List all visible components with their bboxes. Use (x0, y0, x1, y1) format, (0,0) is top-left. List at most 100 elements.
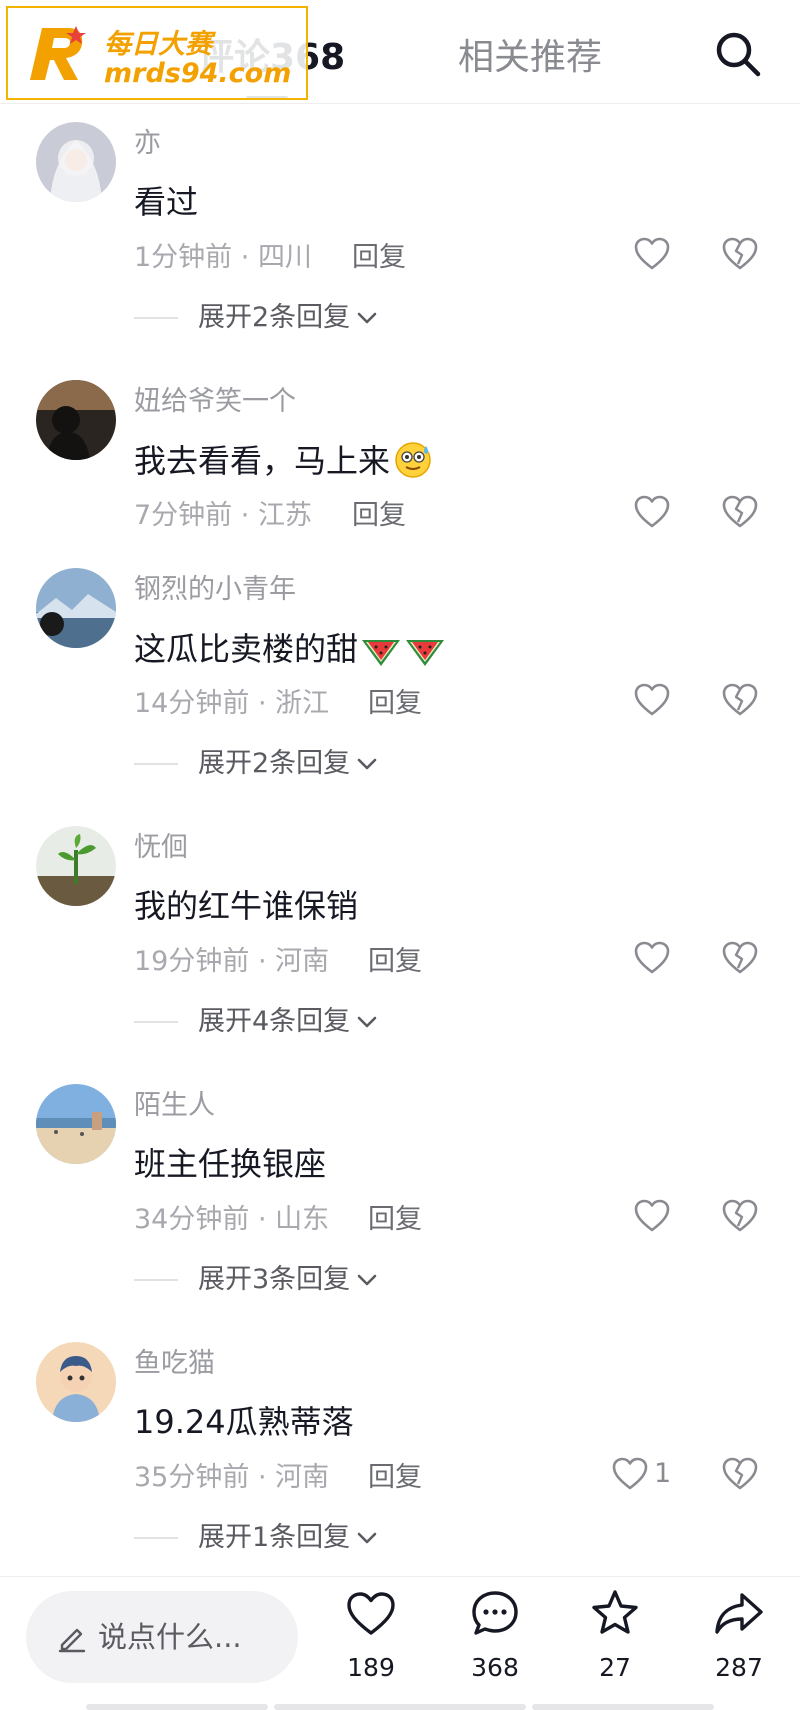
comment-button[interactable]: 368 (450, 1587, 540, 1697)
comment-username[interactable]: 钢烈的小青年 (134, 572, 296, 608)
reply-button[interactable]: 回复 (368, 1202, 422, 1238)
comment-username[interactable]: 妞给爷笑一个 (134, 384, 296, 420)
comment-location: 山东 (275, 1204, 330, 1235)
comment-item: 怃佪 我的红牛谁保销 19分钟前 · 河南 回复 展开4条回复 (0, 826, 800, 1046)
avatar[interactable] (36, 1342, 116, 1422)
broken-heart-icon (722, 495, 758, 528)
watermark-text-cn: 每日大赛 (104, 29, 212, 60)
expand-replies-button[interactable]: 展开1条回复 (134, 1520, 380, 1556)
comment-username[interactable]: 亦 (134, 126, 161, 162)
comment-meta: 14分钟前 · 浙江 (134, 688, 330, 719)
comment-item: 钢烈的小青年 这瓜比卖楼的甜 14分钟前 · 浙江 回复 展开2条回复 (0, 568, 800, 788)
like-button[interactable] (632, 938, 672, 978)
avatar[interactable] (36, 826, 116, 906)
comment-item: 鱼吃猫 19.24瓜熟蒂落 35分钟前 · 河南 回复 1 展开1条回复 (0, 1342, 800, 1562)
chevron-down-icon (357, 1274, 377, 1286)
like-button[interactable] (632, 680, 672, 720)
home-indicator-segment (274, 1704, 526, 1710)
like-button[interactable] (632, 1196, 672, 1236)
comment-item: 陌生人 班主任换银座 34分钟前 · 山东 回复 展开3条回复 (0, 1084, 800, 1304)
comment-location: 浙江 (275, 688, 330, 719)
comment-time: 35分钟前 (134, 1462, 250, 1493)
dislike-button[interactable] (720, 1454, 760, 1494)
like-count: 189 (347, 1653, 395, 1682)
comment-time: 7分钟前 (134, 500, 233, 531)
reply-button[interactable]: 回复 (368, 944, 422, 980)
heart-outline-icon (634, 941, 670, 974)
dislike-button[interactable] (720, 234, 760, 274)
comment-count: 368 (471, 1653, 519, 1682)
search-icon (716, 32, 761, 77)
dislike-button[interactable] (720, 938, 760, 978)
home-indicator-segment (532, 1704, 714, 1710)
comment-text: 这瓜比卖楼的甜 (134, 626, 446, 671)
divider-line (134, 1279, 178, 1281)
expand-replies-button[interactable]: 展开4条回复 (134, 1004, 380, 1040)
comment-meta: 34分钟前 · 山东 (134, 1204, 330, 1235)
comment-time: 1分钟前 (134, 242, 233, 273)
comment-input[interactable]: 说点什么... (26, 1591, 298, 1683)
reply-button[interactable]: 回复 (368, 1460, 422, 1496)
comment-location: 河南 (275, 1462, 330, 1493)
like-count: 1 (654, 1458, 672, 1489)
reply-button[interactable]: 回复 (368, 686, 422, 722)
divider-line (134, 1537, 178, 1539)
sweat-smile-emoji (395, 442, 431, 478)
expand-replies-button[interactable]: 展开3条回复 (134, 1262, 380, 1298)
watermelon-emoji (362, 640, 401, 666)
comment-meta: 19分钟前 · 河南 (134, 946, 330, 977)
chevron-down-icon (357, 312, 377, 324)
comment-text: 班主任换银座 (134, 1145, 327, 1183)
dislike-button[interactable] (720, 1196, 760, 1236)
expand-replies-button[interactable]: 展开2条回复 (134, 300, 380, 336)
comment-meta: 1分钟前 · 四川 (134, 242, 312, 273)
share-button[interactable]: 287 (694, 1587, 784, 1697)
comment-username[interactable]: 陌生人 (134, 1088, 215, 1124)
expand-replies-label: 展开1条回复 (198, 1522, 351, 1553)
like-button[interactable] (632, 234, 672, 274)
like-video-button[interactable]: 189 (326, 1587, 416, 1697)
avatar[interactable] (36, 568, 116, 648)
pencil-icon (58, 1628, 86, 1653)
comment-username[interactable]: 怃佪 (134, 830, 188, 866)
chevron-down-icon (357, 1532, 377, 1544)
reply-button[interactable]: 回复 (352, 240, 406, 276)
broken-heart-icon (722, 1199, 758, 1232)
share-icon (715, 1593, 763, 1634)
heart-outline-icon (634, 495, 670, 528)
heart-outline-icon (634, 237, 670, 270)
comment-input-placeholder: 说点什么... (98, 1620, 242, 1654)
broken-heart-icon (722, 237, 758, 270)
star-icon (592, 1590, 638, 1634)
comment-text: 19.24瓜熟蒂落 (134, 1403, 354, 1441)
tab-related-recommendations[interactable]: 相关推荐 (458, 34, 602, 82)
divider-line (134, 763, 178, 765)
avatar[interactable] (36, 122, 116, 202)
avatar[interactable] (36, 1084, 116, 1164)
watermark-overlay: 每日大赛 mrds94.com (6, 6, 308, 100)
comment-item: 亦 看过 1分钟前 · 四川 回复 展开2条回复 (0, 122, 800, 342)
expand-replies-label: 展开2条回复 (198, 302, 351, 333)
watermark-logo-icon (30, 26, 86, 80)
broken-heart-icon (722, 941, 758, 974)
comment-time: 19分钟前 (134, 946, 250, 977)
comment-text-content: 这瓜比卖楼的甜 (134, 630, 359, 668)
comment-time: 14分钟前 (134, 688, 250, 719)
reply-button[interactable]: 回复 (352, 498, 406, 534)
like-button[interactable] (632, 492, 672, 532)
dislike-button[interactable] (720, 492, 760, 532)
like-button[interactable] (610, 1454, 650, 1494)
favorite-button[interactable]: 27 (570, 1587, 660, 1697)
watermark-text-url: mrds94.com (104, 58, 292, 89)
comment-text-content: 我去看看，马上来 (134, 442, 391, 480)
search-button[interactable] (712, 28, 764, 80)
comment-meta: 35分钟前 · 河南 (134, 1462, 330, 1493)
comment-username[interactable]: 鱼吃猫 (134, 1346, 215, 1382)
dislike-button[interactable] (720, 680, 760, 720)
expand-replies-button[interactable]: 展开2条回复 (134, 746, 380, 782)
bottom-action-bar: 说点什么... 189 368 27 287 (0, 1576, 800, 1710)
heart-icon (347, 1592, 395, 1635)
heart-outline-icon (634, 683, 670, 716)
watermelon-emoji (406, 640, 445, 666)
avatar[interactable] (36, 380, 116, 460)
